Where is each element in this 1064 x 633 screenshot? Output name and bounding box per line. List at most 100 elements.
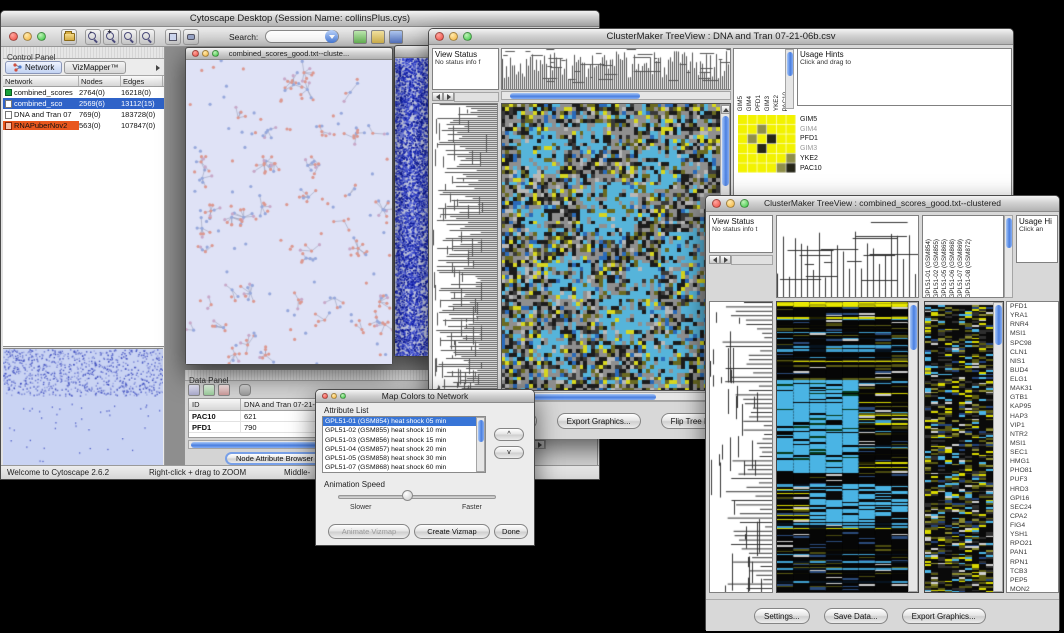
tv2-action-button[interactable]: Settings... xyxy=(754,608,810,624)
network-table-row[interactable]: RNAPuberNov2 563(0) 107847(0) xyxy=(3,120,164,131)
network-table-header-cell[interactable]: Network xyxy=(3,76,79,86)
vscroll-thumb[interactable] xyxy=(722,116,729,186)
network-table-row[interactable]: DNA and Tran 07 769(0) 183728(0) xyxy=(3,109,164,120)
done-button[interactable]: Done xyxy=(494,524,528,539)
tv1-column-hscrollbar[interactable] xyxy=(501,91,731,100)
snapshot-icon[interactable] xyxy=(183,29,199,45)
attribute-list-item[interactable]: GPL51-01 (GSM854) heat shock 05 min xyxy=(323,417,476,426)
gene-label[interactable]: YRA1 xyxy=(1007,311,1058,320)
column-label[interactable]: GPL51-05 (GSM865) xyxy=(941,239,948,299)
gene-label[interactable]: YSH1 xyxy=(1007,530,1058,539)
vscroll-thumb[interactable] xyxy=(478,420,485,442)
tv2-mini-hscrollbar[interactable] xyxy=(709,255,773,265)
tv2-column-labels-vscrollbar[interactable] xyxy=(1004,215,1013,298)
hide-panel-icon[interactable] xyxy=(165,29,181,45)
scroll-right-button[interactable] xyxy=(720,255,731,264)
column-label[interactable]: GPL51-07 (GSM869) xyxy=(957,239,964,299)
gene-label[interactable]: HMG1 xyxy=(1007,457,1058,466)
search-dropdown-button[interactable] xyxy=(325,30,338,43)
network-table-header-cell[interactable]: Nodes xyxy=(79,76,121,86)
tv2-row-dendrogram-canvas[interactable] xyxy=(710,302,772,592)
attribute-column-header[interactable]: ID xyxy=(189,399,241,410)
rotated-gene-label[interactable]: PFD1 xyxy=(755,95,762,111)
gene-label[interactable]: BUD4 xyxy=(1007,366,1058,375)
attribute-list[interactable]: GPL51-01 (GSM854) heat shock 05 min GPL51… xyxy=(322,416,486,473)
tv1-correlation-matrix-canvas[interactable] xyxy=(738,115,796,173)
network-table-row[interactable]: combined_sco 2569(6) 13112(15) xyxy=(3,98,164,109)
tv1-column-dendrogram-canvas[interactable] xyxy=(502,49,730,89)
gene-label[interactable]: CLN1 xyxy=(1007,348,1058,357)
gene-label[interactable]: ELG1 xyxy=(1007,375,1058,384)
rotated-gene-label[interactable]: YKE2 xyxy=(773,95,780,111)
matrix-gene-label[interactable]: YKE2 xyxy=(800,154,822,164)
matrix-gene-label[interactable]: PFD1 xyxy=(800,134,822,144)
gene-label[interactable]: HAP3 xyxy=(1007,412,1058,421)
plugin-icon[interactable] xyxy=(389,30,403,44)
attribute-list-item[interactable]: GPL51-05 (GSM858) heat shock 30 min xyxy=(323,454,476,463)
scroll-left-button[interactable] xyxy=(432,92,443,101)
gene-label[interactable]: MON2 xyxy=(1007,585,1058,593)
gene-label[interactable]: PFD1 xyxy=(1007,302,1058,311)
gene-label[interactable]: GPI16 xyxy=(1007,494,1058,503)
delete-attribute-icon[interactable] xyxy=(218,384,230,396)
gene-label[interactable]: NIS1 xyxy=(1007,357,1058,366)
gene-label[interactable]: NTR2 xyxy=(1007,430,1058,439)
vscroll-thumb[interactable] xyxy=(910,305,917,350)
animation-speed-slider[interactable] xyxy=(338,495,496,499)
gene-label[interactable]: RNR4 xyxy=(1007,320,1058,329)
database-icon[interactable] xyxy=(239,384,251,396)
birdseye-view-canvas[interactable] xyxy=(3,348,163,465)
matrix-gene-label[interactable]: GIM3 xyxy=(800,144,822,154)
tv2-column-dendrogram-canvas[interactable] xyxy=(777,216,918,297)
node-attribute-browser-tab[interactable]: Node Attribute Browser xyxy=(225,452,324,465)
tv1-heatmap-hscrollbar[interactable] xyxy=(501,392,731,401)
zoom-in-icon[interactable]: + xyxy=(103,29,119,45)
gene-label[interactable]: KAP95 xyxy=(1007,402,1058,411)
gene-label[interactable]: PHO81 xyxy=(1007,466,1058,475)
vscroll-thumb[interactable] xyxy=(995,305,1002,345)
select-attributes-icon[interactable] xyxy=(188,384,200,396)
zoom-out-icon[interactable]: - xyxy=(85,29,101,45)
gene-label[interactable]: HRD3 xyxy=(1007,485,1058,494)
treeview2-titlebar[interactable]: ClusterMaker TreeView : combined_scores_… xyxy=(706,196,1059,212)
column-label[interactable]: GPL51-08 (GSM872) xyxy=(965,239,972,299)
vizmapper-icon[interactable] xyxy=(353,30,367,44)
open-session-icon[interactable] xyxy=(61,29,77,45)
network-table-row[interactable]: combined_scores 2764(0) 16218(0) xyxy=(3,87,164,98)
create-vizmap-button[interactable]: Create Vizmap xyxy=(414,524,490,539)
scroll-right-button[interactable] xyxy=(534,440,545,449)
gene-label[interactable]: RPO21 xyxy=(1007,539,1058,548)
gene-label[interactable]: MSI1 xyxy=(1007,329,1058,338)
network-view-titlebar[interactable]: combined_scores_good.txt--cluste... xyxy=(186,48,392,60)
gene-label[interactable]: VIP1 xyxy=(1007,421,1058,430)
matrix-gene-label[interactable]: GIM5 xyxy=(800,115,822,125)
matrix-gene-label[interactable]: GIM4 xyxy=(800,125,822,135)
minimize-button[interactable] xyxy=(23,32,32,41)
main-titlebar[interactable]: Cytoscape Desktop (Session Name: collins… xyxy=(1,11,599,27)
tv2-action-button[interactable]: Export Graphics... xyxy=(902,608,986,624)
zoom-fit-icon[interactable] xyxy=(139,29,155,45)
gene-label[interactable]: PEP5 xyxy=(1007,576,1058,585)
treeview1-titlebar[interactable]: ClusterMaker TreeView : DNA and Tran 07-… xyxy=(429,29,1013,45)
hscroll-thumb[interactable] xyxy=(510,93,640,99)
gene-label[interactable]: TCB3 xyxy=(1007,567,1058,576)
scroll-up-button[interactable] xyxy=(721,105,730,114)
tv2-secondary-heatmap-canvas[interactable] xyxy=(925,302,993,592)
tv1-heatmap-canvas[interactable] xyxy=(502,104,720,390)
zoom-button[interactable] xyxy=(37,32,46,41)
gene-label[interactable]: RPN1 xyxy=(1007,558,1058,567)
network-graph-canvas[interactable] xyxy=(186,60,392,364)
tv2-heatmap-canvas[interactable] xyxy=(777,302,908,592)
vscroll-thumb[interactable] xyxy=(787,52,794,76)
rotated-gene-label[interactable]: GIM5 xyxy=(737,96,744,111)
attribute-list-item[interactable]: GPL51-07 (GSM868) heat shock 60 min xyxy=(323,463,476,472)
tv1-action-button[interactable]: Export Graphics... xyxy=(557,413,641,429)
tab-network[interactable]: Network xyxy=(5,61,62,74)
dialog-titlebar[interactable]: Map Colors to Network xyxy=(316,390,534,403)
matrix-gene-label[interactable]: PAC10 xyxy=(800,164,822,174)
tv1-labels-vscrollbar[interactable] xyxy=(785,49,794,109)
tv2-heatmap-vscrollbar[interactable] xyxy=(908,302,918,592)
gene-label[interactable]: MAK31 xyxy=(1007,384,1058,393)
rotated-gene-label[interactable]: GIM4 xyxy=(746,96,753,111)
column-label[interactable]: GPL51-06 (GSM868) xyxy=(949,239,956,299)
